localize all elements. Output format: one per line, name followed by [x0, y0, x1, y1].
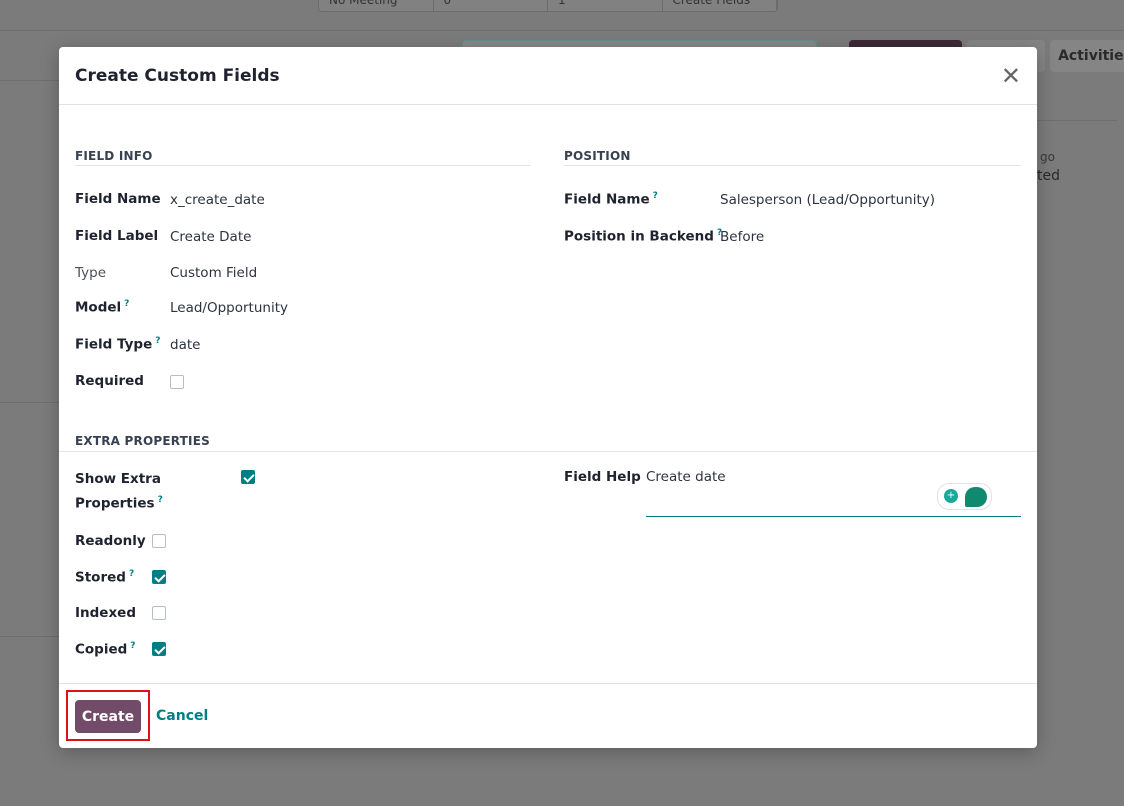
field-label-label: Field Label: [75, 228, 159, 244]
field-type-value: date: [170, 337, 201, 353]
type-value: Custom Field: [170, 265, 258, 281]
bg-divider: [0, 402, 60, 403]
chat-icon[interactable]: [965, 487, 987, 507]
bg-divider: [0, 636, 60, 637]
model-label: Model?: [75, 299, 130, 316]
field-help-text: Create date: [646, 469, 726, 485]
background-toolbar: No Meeting 0 1 Create Fields: [318, 0, 778, 12]
position-field-select[interactable]: Salesperson (Lead/Opportunity): [720, 192, 935, 208]
position-field-name-label: Field Name?: [564, 191, 658, 208]
field-name-label: Field Name: [75, 191, 161, 207]
bg-no-meeting: No Meeting: [319, 0, 434, 11]
bg-count-1: 1: [548, 0, 663, 11]
field-label-value[interactable]: Create Date: [170, 229, 251, 245]
stored-checkbox[interactable]: [152, 570, 166, 584]
field-help-label: Field Help: [564, 469, 641, 485]
required-label: Required: [75, 373, 144, 389]
readonly-checkbox[interactable]: [152, 534, 166, 548]
bg-create-fields: Create Fields: [663, 0, 777, 11]
dialog-title: Create Custom Fields: [75, 65, 280, 86]
help-icon[interactable]: ?: [653, 191, 658, 201]
required-checkbox[interactable]: [170, 375, 184, 389]
help-icon[interactable]: ?: [130, 641, 135, 651]
create-custom-fields-dialog: Create Custom Fields ✕ FIELD INFO Field …: [59, 47, 1037, 748]
indexed-checkbox[interactable]: [152, 606, 166, 620]
bg-divider: [0, 30, 1124, 31]
field-name-value[interactable]: x_create_date: [170, 192, 265, 208]
field-type-label: Field Type?: [75, 336, 161, 353]
stored-label: Stored?: [75, 569, 135, 586]
bg-divider: [1037, 120, 1117, 121]
create-button[interactable]: Create: [75, 700, 141, 733]
show-extra-checkbox[interactable]: [241, 470, 255, 484]
bg-count-0: 0: [434, 0, 548, 11]
show-extra-label: Show Extra Properties?: [75, 471, 163, 512]
help-icon[interactable]: ?: [124, 299, 129, 309]
position-backend-label: Position in Backend?: [564, 228, 723, 245]
copied-checkbox[interactable]: [152, 642, 166, 656]
bg-text: ted: [1037, 168, 1060, 184]
position-heading: POSITION: [564, 149, 631, 163]
extra-properties-heading: EXTRA PROPERTIES: [75, 434, 210, 448]
lightbulb-icon[interactable]: +: [944, 489, 958, 503]
model-value: Lead/Opportunity: [170, 300, 288, 316]
copied-label: Copied?: [75, 641, 136, 658]
type-label: Type: [75, 265, 107, 281]
indexed-label: Indexed: [75, 605, 136, 621]
bg-activities: Activities: [1050, 40, 1124, 72]
bg-text: go: [1040, 150, 1055, 164]
help-icon[interactable]: ?: [158, 495, 163, 505]
close-icon[interactable]: ✕: [1001, 62, 1021, 90]
readonly-label: Readonly: [75, 533, 146, 549]
field-info-heading: FIELD INFO: [75, 149, 153, 163]
help-icon[interactable]: ?: [129, 569, 134, 579]
position-backend-select[interactable]: Before: [720, 229, 764, 245]
bg-divider: [0, 80, 60, 81]
dialog-footer: Create Cancel: [59, 683, 1037, 748]
cancel-button[interactable]: Cancel: [156, 708, 208, 724]
help-icon[interactable]: ?: [155, 336, 160, 346]
ai-assistant-widget[interactable]: +: [937, 483, 992, 510]
